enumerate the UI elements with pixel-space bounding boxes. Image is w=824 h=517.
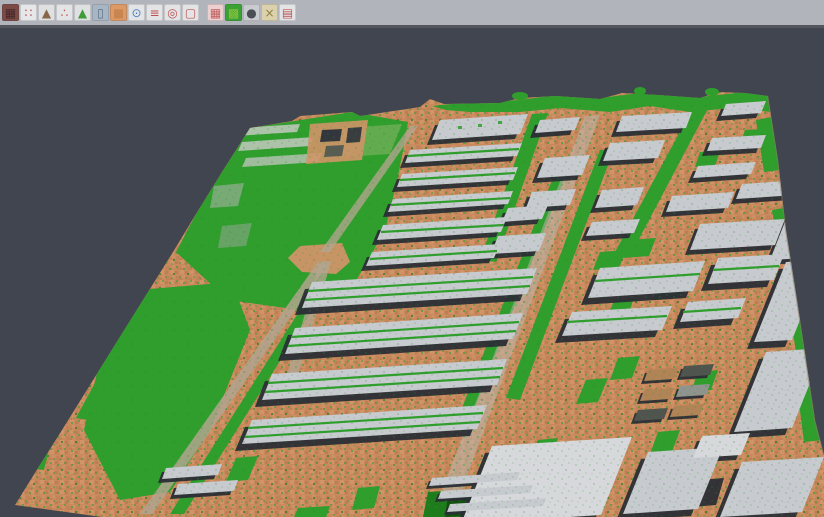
clear-selection-icon[interactable]: ▤ — [279, 4, 296, 21]
globe-icon[interactable]: ⊙ — [128, 4, 145, 21]
camera-icon[interactable]: ● — [243, 4, 260, 21]
orthophoto-icon[interactable]: ■ — [110, 4, 127, 21]
profile-lines-icon[interactable]: ≡ — [146, 4, 163, 21]
delete-cross-icon[interactable]: × — [261, 4, 278, 21]
circle-select-icon[interactable]: ◎ — [164, 4, 181, 21]
toolbar: ▦ ∷ ▲ ∴ ▲ ▯ ■ ⊙ ≡ ◎ ▢ ▦ ▩ ● × ▤ — [0, 0, 824, 28]
markers-icon[interactable]: ∷ — [20, 4, 37, 21]
grid-icon[interactable]: ▦ — [207, 4, 224, 21]
model-icon[interactable]: ▦ — [2, 4, 19, 21]
rect-select-icon[interactable]: ▢ — [182, 4, 199, 21]
terrain-icon[interactable]: ▲ — [38, 4, 55, 21]
vegetation-terrain-icon[interactable]: ▲ — [74, 4, 91, 21]
app-window: { "toolbar": { "background": "#b2b4bb", … — [0, 0, 824, 517]
prism-icon[interactable]: ▯ — [92, 4, 109, 21]
classification-map-icon[interactable]: ▩ — [225, 4, 242, 21]
point-cloud-icon[interactable]: ∴ — [56, 4, 73, 21]
terrain-scene — [0, 28, 824, 517]
3d-viewport[interactable] — [0, 28, 824, 517]
terrain-detail — [0, 28, 824, 517]
